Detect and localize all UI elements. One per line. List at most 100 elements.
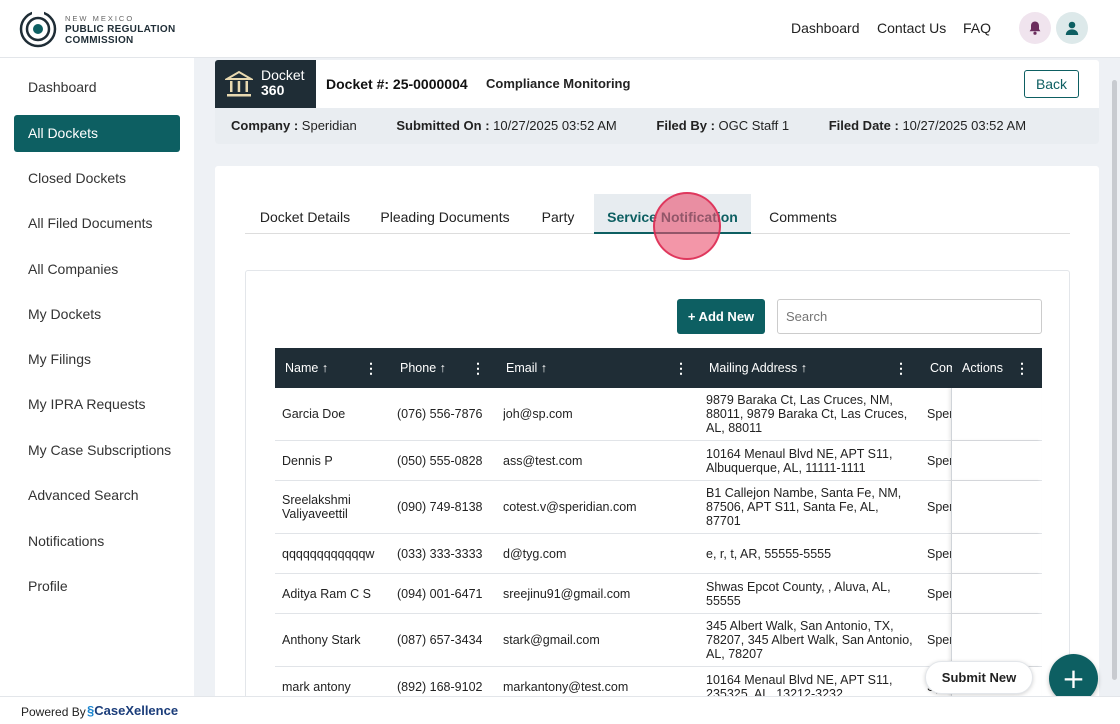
sidebar-item-my-filings[interactable]: My Filings bbox=[14, 341, 180, 378]
table-row[interactable]: Dennis P (050) 555-0828 ass@test.com 101… bbox=[275, 441, 1042, 481]
sidebar-item-advanced-search[interactable]: Advanced Search bbox=[14, 477, 180, 514]
company-value: Speridian bbox=[301, 118, 357, 133]
cell-company: Sper bbox=[927, 407, 952, 421]
top-header: NEW MEXICO PUBLIC REGULATION COMMISSION … bbox=[0, 0, 1120, 58]
sidebar-item-my-dockets[interactable]: My Dockets bbox=[14, 296, 180, 333]
sidebar-item-my-case-subscriptions[interactable]: My Case Subscriptions bbox=[14, 432, 180, 469]
cell-actions[interactable] bbox=[951, 388, 1041, 440]
tab-comments[interactable]: Comments bbox=[761, 194, 845, 234]
sidebar: Dashboard All Dockets Closed Dockets All… bbox=[0, 58, 194, 696]
docket-header-card: Docket 360 Docket #: 25-0000004 Complian… bbox=[215, 60, 1099, 144]
sort-up-icon: ↑ bbox=[800, 361, 807, 375]
service-notification-panel: + Add New Name ↑ ⋮ Phone ↑ ⋮ Email ↑ ⋮ M… bbox=[245, 270, 1070, 710]
bell-icon[interactable] bbox=[1019, 12, 1051, 44]
topnav-dashboard-link[interactable]: Dashboard bbox=[791, 20, 860, 36]
cell-mailing-address: 345 Albert Walk, San Antonio, TX, 78207,… bbox=[706, 619, 913, 661]
topnav-contact-link[interactable]: Contact Us bbox=[877, 20, 946, 36]
cell-name: Dennis P bbox=[282, 453, 333, 468]
submitted-on-label: Submitted On : bbox=[396, 118, 490, 133]
docket-badge-line1: Docket bbox=[261, 67, 305, 83]
cell-phone: (090) 749-8138 bbox=[397, 500, 483, 514]
cell-actions[interactable] bbox=[951, 534, 1041, 573]
company-label: Company : bbox=[231, 118, 299, 133]
page-scrollbar[interactable] bbox=[1110, 60, 1118, 696]
cell-company: Sper bbox=[927, 586, 952, 601]
tab-pleading-documents[interactable]: Pleading Documents bbox=[375, 194, 515, 234]
main-content-card: Docket Details Pleading Documents Party … bbox=[215, 166, 1099, 710]
filed-by-label: Filed By : bbox=[656, 118, 715, 133]
add-new-button[interactable]: + Add New bbox=[677, 299, 765, 334]
scrollbar-thumb[interactable] bbox=[1112, 80, 1117, 680]
cell-name: Aditya Ram C S bbox=[282, 586, 371, 601]
sidebar-item-profile[interactable]: Profile bbox=[14, 568, 180, 605]
cell-company: Sper bbox=[927, 453, 952, 468]
cell-name: Garcia Doe bbox=[282, 407, 346, 421]
cell-email: stark@gmail.com bbox=[503, 633, 600, 647]
cell-email: joh@sp.com bbox=[503, 407, 573, 421]
table-row[interactable]: Sreelakshmi Valiyaveettil (090) 749-8138… bbox=[275, 481, 1042, 534]
search-input[interactable] bbox=[777, 299, 1042, 334]
column-header-mailing-address[interactable]: Mailing Address ↑ bbox=[709, 348, 807, 388]
logo-line2: PUBLIC REGULATION bbox=[65, 24, 176, 35]
table-row[interactable]: Garcia Doe (076) 556-7876 joh@sp.com 987… bbox=[275, 388, 1042, 441]
sidebar-item-all-dockets[interactable]: All Dockets bbox=[14, 115, 180, 152]
sidebar-item-closed-dockets[interactable]: Closed Dockets bbox=[14, 160, 180, 197]
powered-by-label: Powered By bbox=[21, 705, 86, 719]
column-menu-icon[interactable]: ⋮ bbox=[471, 348, 485, 388]
cell-mailing-address: 9879 Baraka Ct, Las Cruces, NM, 88011, 9… bbox=[706, 393, 908, 435]
column-menu-icon[interactable]: ⋮ bbox=[674, 348, 688, 388]
cell-phone: (892) 168-9102 bbox=[397, 679, 483, 694]
user-icon[interactable] bbox=[1056, 12, 1088, 44]
column-header-email[interactable]: Email ↑ bbox=[506, 348, 547, 388]
back-button[interactable]: Back bbox=[1024, 70, 1079, 98]
cell-email: markantony@test.com bbox=[503, 679, 629, 694]
tab-party[interactable]: Party bbox=[528, 194, 588, 234]
table-row[interactable]: qqqqqqqqqqqqw (033) 333-3333 d@tyg.com e… bbox=[275, 534, 1042, 574]
sort-up-icon: ↑ bbox=[439, 361, 446, 375]
cell-company: Sper bbox=[927, 500, 952, 514]
sidebar-item-all-filed-documents[interactable]: All Filed Documents bbox=[14, 205, 180, 242]
cell-phone: (087) 657-3434 bbox=[397, 633, 483, 647]
cell-actions[interactable] bbox=[951, 614, 1041, 666]
footer: Powered By §CaseXellence bbox=[0, 696, 1120, 724]
tab-docket-details[interactable]: Docket Details bbox=[245, 194, 365, 234]
docket-number: Docket #: 25-0000004 bbox=[326, 76, 468, 92]
commission-logo-icon[interactable] bbox=[18, 8, 58, 48]
filed-by-value: OGC Staff 1 bbox=[718, 118, 790, 133]
sidebar-item-all-companies[interactable]: All Companies bbox=[14, 251, 180, 288]
cell-actions[interactable] bbox=[951, 441, 1041, 480]
column-menu-icon[interactable]: ⋮ bbox=[894, 348, 908, 388]
sidebar-item-notifications[interactable]: Notifications bbox=[14, 523, 180, 560]
cell-email: sreejinu91@gmail.com bbox=[503, 586, 631, 601]
cell-phone: (094) 001-6471 bbox=[397, 586, 483, 601]
table-row[interactable]: Anthony Stark (087) 657-3434 stark@gmail… bbox=[275, 614, 1042, 667]
cell-mailing-address: Shwas Epcot County, , Aluva, AL, 55555 bbox=[706, 579, 891, 608]
column-header-company[interactable]: Com bbox=[930, 348, 952, 388]
sidebar-item-my-ipra-requests[interactable]: My IPRA Requests bbox=[14, 386, 180, 423]
cell-actions[interactable] bbox=[951, 481, 1041, 533]
cell-actions[interactable] bbox=[951, 574, 1041, 613]
cell-name: qqqqqqqqqqqqw bbox=[282, 546, 375, 561]
logo-text: NEW MEXICO PUBLIC REGULATION COMMISSION bbox=[65, 13, 175, 46]
cell-name: Anthony Stark bbox=[282, 633, 361, 647]
column-header-phone[interactable]: Phone ↑ bbox=[400, 348, 446, 388]
docket-badge-line2: 360 bbox=[261, 82, 285, 98]
column-menu-icon[interactable]: ⋮ bbox=[1015, 348, 1029, 388]
column-menu-icon[interactable]: ⋮ bbox=[364, 348, 378, 388]
cell-mailing-address: 10164 Menaul Blvd NE, APT S11, 235325, A… bbox=[706, 672, 893, 699]
cell-company: Sper bbox=[927, 546, 952, 561]
casexellence-logo: §CaseXellence bbox=[87, 703, 179, 718]
cell-company: Sper bbox=[927, 633, 952, 647]
cell-phone: (050) 555-0828 bbox=[397, 453, 483, 468]
column-header-name[interactable]: Name ↑ bbox=[285, 348, 328, 388]
submit-new-button[interactable]: Submit New bbox=[925, 661, 1033, 694]
service-list-grid: Name ↑ ⋮ Phone ↑ ⋮ Email ↑ ⋮ Mailing Add… bbox=[275, 348, 1042, 698]
filed-date-label: Filed Date : bbox=[828, 118, 899, 133]
topnav-faq-link[interactable]: FAQ bbox=[963, 20, 991, 36]
cell-name: mark antony bbox=[282, 679, 351, 694]
sidebar-item-dashboard[interactable]: Dashboard bbox=[14, 69, 180, 106]
courthouse-icon bbox=[225, 70, 253, 97]
logo-line1: NEW MEXICO bbox=[65, 14, 135, 23]
table-row[interactable]: Aditya Ram C S (094) 001-6471 sreejinu91… bbox=[275, 574, 1042, 614]
cell-mailing-address: 10164 Menaul Blvd NE, APT S11, Albuquerq… bbox=[706, 446, 893, 475]
